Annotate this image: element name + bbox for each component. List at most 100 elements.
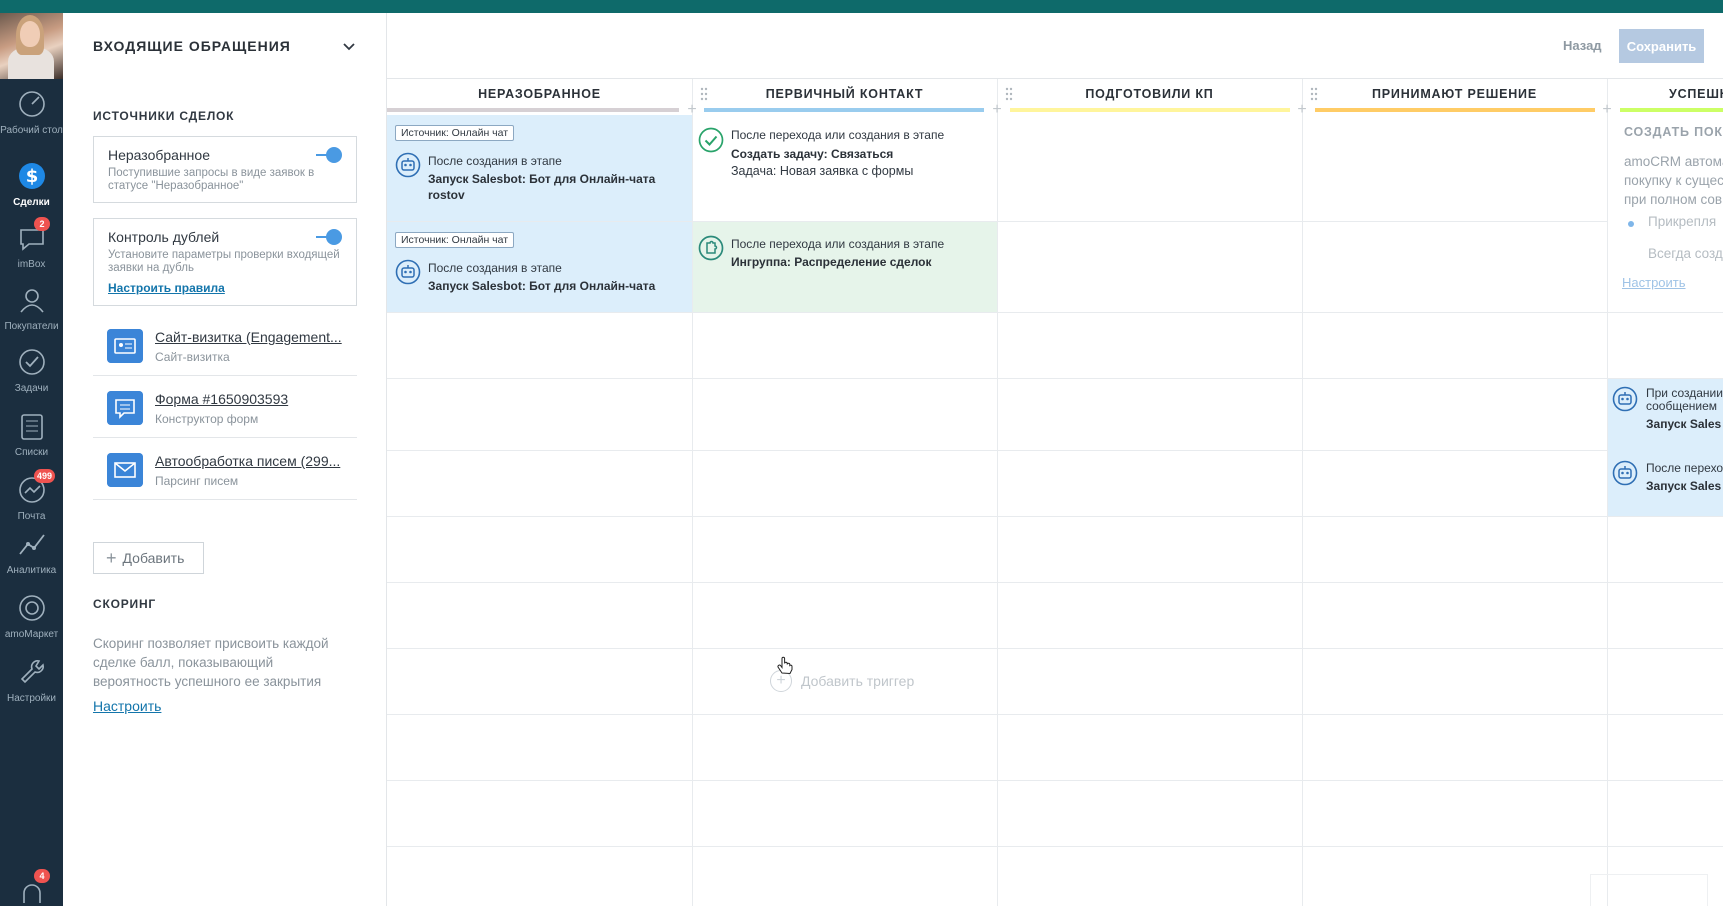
trigger-condition: После перехода или создания в этапе — [731, 128, 945, 142]
add-source-button[interactable]: + Добавить — [93, 542, 204, 574]
trigger-action: Ингруппа: Распределение сделок — [731, 255, 932, 269]
stage-color-bar — [1010, 108, 1290, 112]
create-purchase-desc: amoCRM автома покупку к сущес при полном… — [1624, 152, 1723, 209]
row-divider — [387, 846, 1723, 847]
nav-item-market[interactable]: amoМаркет — [0, 591, 63, 640]
trigger-card[interactable]: При создании сообщением Запуск Sales Пос… — [1608, 379, 1723, 516]
duplicates-desc: Установите параметры проверки входящей з… — [108, 249, 340, 274]
row-divider — [387, 516, 1723, 517]
desc-line: покупку к сущес — [1624, 173, 1723, 188]
plus-icon: + — [106, 547, 117, 568]
create-purchase-settings-link[interactable]: Настроить — [1622, 275, 1686, 290]
page-header: Назад Сохранить — [387, 13, 1723, 79]
nav-item-tasks[interactable]: Задачи — [0, 345, 63, 394]
source-type: Парсинг писем — [155, 474, 239, 488]
source-name[interactable]: Автообработка писем (299... — [155, 453, 351, 469]
hand-cursor-icon — [777, 656, 793, 675]
add-stage-icon[interactable]: + — [1295, 102, 1309, 118]
trigger-condition: При создании — [1646, 386, 1723, 400]
trigger-action: Запуск Salesbot: Бот для Онлайн-чата — [428, 279, 656, 293]
radio-option-label[interactable]: Всегда созд — [1648, 246, 1723, 261]
nav-label: Почта — [17, 511, 46, 522]
trigger-card[interactable]: Источник: Онлайн чат После создания в эт… — [387, 222, 692, 312]
market-icon — [18, 595, 45, 621]
task-check-icon — [698, 127, 724, 153]
row-divider — [387, 582, 1723, 583]
desc-line: при полном сов — [1624, 192, 1723, 207]
nav-item-dashboard[interactable]: Рабочий стол — [0, 87, 63, 136]
nav-label: Задачи — [14, 383, 49, 394]
trigger-card[interactable]: После перехода или создания в этапе Созд… — [693, 115, 997, 221]
nav-label: Аналитика — [6, 565, 57, 576]
stage-color-bar — [1315, 108, 1595, 112]
list-icon — [20, 414, 43, 440]
mail-badge: 499 — [34, 469, 56, 483]
duplicates-toggle[interactable] — [316, 229, 342, 245]
unsorted-toggle[interactable] — [316, 147, 342, 163]
notifications-badge: 4 — [34, 869, 50, 883]
scoring-desc: Скоринг позволяет присвоить каждой сделк… — [93, 636, 329, 689]
add-stage-icon[interactable]: + — [1600, 102, 1614, 118]
main-nav: Рабочий стол $ Сделки 2 imBox Покупатели… — [0, 13, 63, 906]
nav-label: Настройки — [6, 693, 57, 704]
source-name[interactable]: Сайт-визитка (Engagement... — [155, 329, 351, 345]
radio-selected-icon[interactable] — [1628, 221, 1634, 227]
wrench-icon — [20, 660, 44, 684]
pipeline-title[interactable]: ВХОДЯЩИЕ ОБРАЩЕНИЯ — [93, 38, 291, 54]
desc-line: amoCRM автома — [1624, 154, 1723, 169]
source-item[interactable]: Форма #1650903593 Конструктор форм — [93, 376, 357, 438]
nav-item-settings[interactable]: Настройки — [0, 655, 63, 704]
nav-label: Сделки — [13, 197, 50, 208]
bot-icon — [395, 259, 421, 285]
source-item[interactable]: Сайт-визитка (Engagement... Сайт-визитка — [93, 314, 357, 376]
footer-box — [1590, 874, 1708, 906]
nav-item-deals[interactable]: $ Сделки — [0, 159, 63, 208]
nav-item-imbox[interactable]: 2 imBox — [0, 217, 63, 270]
trigger-condition: сообщением — [1646, 399, 1718, 413]
nav-item-analytics[interactable]: Аналитика — [0, 527, 63, 576]
chevron-down-icon[interactable] — [340, 38, 358, 56]
row-divider — [387, 450, 1723, 451]
duplicates-rules-link[interactable]: Настроить правила — [108, 281, 225, 295]
radio-option-label[interactable]: Прикрепля — [1648, 214, 1716, 229]
nav-item-mail[interactable]: 499 Почта — [0, 469, 63, 522]
source-tag: Источник: Онлайн чат — [395, 232, 515, 248]
nav-item-customers[interactable]: Покупатели — [0, 283, 63, 332]
source-item[interactable]: Автообработка писем (299... Парсинг писе… — [93, 438, 357, 500]
source-name[interactable]: Форма #1650903593 — [155, 391, 351, 407]
drag-handle-icon[interactable] — [1005, 87, 1013, 101]
drag-handle-icon[interactable] — [700, 87, 708, 101]
scoring-settings-link[interactable]: Настроить — [93, 698, 161, 714]
add-source-label: Добавить — [122, 550, 185, 566]
pipeline-settings-panel: ВХОДЯЩИЕ ОБРАЩЕНИЯ ИСТОЧНИКИ СДЕЛОК Нера… — [63, 13, 387, 906]
trigger-card[interactable]: После перехода или создания в этапе Ингр… — [693, 222, 997, 312]
back-link[interactable]: Назад — [1563, 38, 1602, 53]
nav-item-lists[interactable]: Списки — [0, 409, 63, 458]
row-divider — [387, 648, 1723, 649]
stage-color-bar — [387, 108, 679, 112]
trigger-action: Запуск Sales — [1646, 417, 1722, 431]
svg-text:$: $ — [25, 166, 38, 187]
trigger-action: Запуск Sales — [1646, 479, 1722, 493]
sources-title: ИСТОЧНИКИ СДЕЛОК — [93, 109, 235, 123]
trigger-condition: После создания в этапе — [428, 261, 562, 275]
trigger-condition: После перехода или создания в этапе — [731, 237, 945, 251]
bot-icon — [1612, 386, 1638, 412]
browser-bookmarks-bar — [0, 0, 1723, 13]
trigger-detail: Задача: Новая заявка с формы — [731, 164, 914, 178]
user-avatar[interactable] — [0, 13, 63, 79]
save-button[interactable]: Сохранить — [1619, 29, 1704, 63]
bot-icon — [1612, 460, 1638, 486]
source-type: Конструктор форм — [155, 412, 259, 426]
scoring-title: СКОРИНГ — [93, 597, 157, 611]
envelope-icon — [107, 453, 143, 487]
nav-item-notifications[interactable]: 4 — [0, 869, 63, 906]
analytics-icon — [18, 534, 45, 555]
drag-handle-icon[interactable] — [1310, 87, 1318, 101]
add-trigger-label: Добавить триггер — [801, 673, 915, 689]
customers-icon — [19, 289, 44, 313]
source-type: Сайт-визитка — [155, 350, 230, 364]
stage-color-bar — [1620, 108, 1723, 112]
trigger-card[interactable]: Источник: Онлайн чат После создания в эт… — [387, 115, 692, 221]
create-purchase-title: СОЗДАТЬ ПОКУ — [1624, 125, 1723, 139]
